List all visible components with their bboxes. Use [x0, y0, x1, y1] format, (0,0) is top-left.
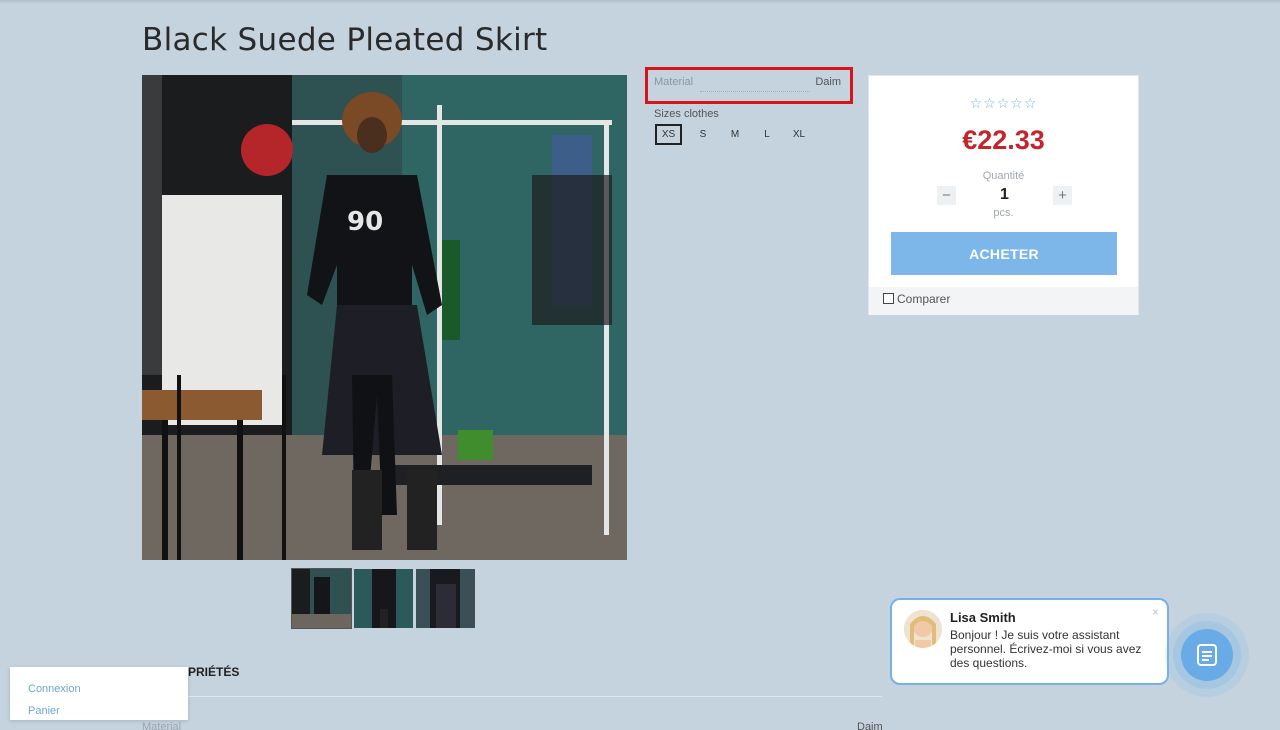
product-title: Black Suede Pleated Skirt — [142, 22, 548, 58]
material-label: Material — [654, 76, 694, 88]
properties-divider — [142, 696, 882, 697]
size-option-xs[interactable]: XS — [655, 124, 682, 145]
size-option-s[interactable]: S — [687, 124, 719, 145]
quantity-unit: pcs. — [993, 207, 1014, 219]
chat-message: Bonjour ! Je suis votre assistant person… — [950, 628, 1142, 670]
material-row: Material Daim — [645, 67, 853, 104]
quantity-stepper: − 1 + — [937, 184, 1072, 206]
size-selector: XS S M L XL — [655, 124, 853, 145]
size-option-m[interactable]: M — [719, 124, 751, 145]
compare-toggle[interactable]: Comparer — [869, 287, 1138, 315]
chat-agent-name: Lisa Smith — [950, 610, 1016, 625]
buy-box: ☆☆☆☆☆ €22.33 Quantité − 1 + pcs. ACHETER… — [868, 75, 1139, 315]
properties-material-label: Material — [142, 721, 182, 730]
product-properties: Material Daim Sizes clothes XS S M L XL — [645, 67, 853, 145]
cart-link[interactable]: Panier — [28, 700, 188, 722]
dotted-leader — [700, 91, 810, 92]
size-option-l[interactable]: L — [751, 124, 783, 145]
avatar — [904, 610, 942, 648]
top-shade — [0, 0, 1280, 4]
chat-button[interactable] — [1181, 629, 1233, 681]
quantity-value[interactable]: 1 — [1000, 186, 1009, 204]
login-link[interactable]: Connexion — [28, 678, 188, 700]
chat-icon — [1197, 644, 1217, 666]
quantity-increase-button[interactable]: + — [1053, 185, 1072, 205]
compare-label[interactable]: Comparer — [897, 292, 950, 306]
rating-stars[interactable]: ☆☆☆☆☆ — [869, 95, 1138, 112]
chat-greeting-bubble[interactable]: Lisa Smith Bonjour ! Je suis votre assis… — [890, 598, 1169, 685]
size-option-xl[interactable]: XL — [783, 124, 815, 145]
material-value: Daim — [815, 76, 841, 88]
sizes-label: Sizes clothes — [654, 108, 719, 120]
account-menu: Connexion Panier — [10, 667, 188, 720]
thumbnail-2[interactable] — [354, 569, 413, 628]
properties-material-value: Daim — [857, 721, 883, 730]
thumbnail-strip — [291, 568, 475, 629]
compare-checkbox[interactable] — [883, 293, 894, 304]
svg-text:90: 90 — [347, 207, 383, 237]
product-main-image[interactable]: 90 — [142, 75, 627, 560]
buy-button[interactable]: ACHETER — [891, 232, 1117, 275]
product-price: €22.33 — [962, 125, 1045, 155]
thumbnail-3[interactable] — [416, 569, 475, 628]
thumbnail-1[interactable] — [291, 568, 352, 629]
quantity-label: Quantité — [982, 170, 1025, 182]
quantity-decrease-button[interactable]: − — [937, 185, 956, 205]
properties-heading: PRIÉTÉS — [188, 665, 240, 679]
close-icon[interactable]: × — [1152, 605, 1159, 619]
